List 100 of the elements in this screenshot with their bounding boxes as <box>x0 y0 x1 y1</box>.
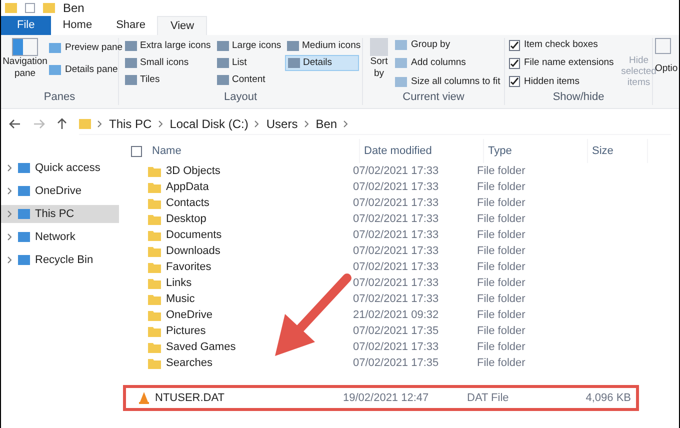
checkbox-icon[interactable] <box>25 3 35 13</box>
chevron-icon <box>7 187 13 195</box>
ribbon-tab[interactable]: Home <box>50 16 104 35</box>
layout-option[interactable]: Tiles <box>123 72 211 88</box>
sort-by-button[interactable]: Sort by <box>367 38 391 89</box>
file-name[interactable]: Saved Games <box>166 338 236 356</box>
chevron-icon <box>158 120 164 128</box>
date-cell-text: 07/02/2021 17:35 <box>353 356 440 371</box>
type-cell-text: File folder <box>477 260 526 275</box>
layout-option[interactable]: Details <box>285 55 359 71</box>
column-header[interactable]: Date modified <box>360 139 484 163</box>
file-name[interactable]: Documents <box>166 226 222 244</box>
date-cell-text: 07/02/2021 17:33 <box>353 228 440 243</box>
checkbox-label: Hidden items <box>524 74 580 88</box>
ribbon-tab[interactable]: View <box>157 16 208 35</box>
options-button[interactable]: Optio <box>655 54 678 76</box>
group-label: Layout <box>222 90 258 104</box>
file-name[interactable]: Downloads <box>166 242 220 260</box>
breadcrumb-item[interactable]: Local Disk (C:) <box>170 114 248 132</box>
file-name[interactable]: Desktop <box>166 210 206 228</box>
chevron-icon <box>97 120 103 128</box>
date-cell-text: 07/02/2021 17:33 <box>353 276 440 291</box>
type-cell-text: File folder <box>477 340 526 355</box>
navigation-pane-button[interactable]: Navigation pane <box>5 38 45 80</box>
file-name[interactable]: 3D Objects <box>166 162 220 180</box>
file-name[interactable]: AppData <box>166 178 209 196</box>
file-name[interactable]: Pictures <box>166 322 206 340</box>
chevron-icon <box>7 256 13 264</box>
column-header[interactable]: Type <box>484 139 588 163</box>
file-tab[interactable]: File <box>1 16 51 35</box>
checkbox[interactable] <box>509 58 520 69</box>
chevron-icon <box>254 120 260 128</box>
type-cell-text: File folder <box>477 356 526 371</box>
pane-button[interactable]: Preview pane <box>49 41 123 56</box>
up-arrow-icon[interactable] <box>57 118 67 130</box>
sidebar-item[interactable]: Recycle Bin <box>1 251 119 269</box>
group-label: Panes <box>42 90 76 104</box>
type-cell-text: File folder <box>477 292 526 307</box>
type-cell-text: File folder <box>477 276 526 291</box>
checkbox[interactable] <box>509 76 520 88</box>
breadcrumb-item[interactable]: This PC <box>109 114 152 132</box>
size-cell-text: 4,096 KB <box>584 390 631 406</box>
view-button[interactable]: Group by <box>395 38 500 52</box>
column-header[interactable]: Size <box>588 139 648 163</box>
date-cell-text: 07/02/2021 17:33 <box>353 180 440 195</box>
file-name[interactable]: NTUSER.DAT <box>155 390 224 406</box>
column-header[interactable]: Name <box>148 139 360 163</box>
type-cell-text: File folder <box>477 228 526 243</box>
file-name[interactable]: Searches <box>166 354 212 372</box>
chevron-icon <box>304 120 310 128</box>
sidebar-item[interactable]: This PC <box>1 205 119 223</box>
breadcrumb-item[interactable]: Users <box>266 114 298 132</box>
type-cell-text: File folder <box>477 180 526 195</box>
type-cell-text: File folder <box>477 324 526 339</box>
pane-button[interactable]: Details pane <box>49 63 123 78</box>
chevron-icon <box>7 210 13 218</box>
date-cell-text: 07/02/2021 17:33 <box>353 244 440 259</box>
layout-option[interactable]: List <box>215 55 281 71</box>
file-name[interactable]: Links <box>166 274 192 292</box>
date-cell-text: 07/02/2021 17:33 <box>353 212 440 227</box>
window-title: Ben <box>63 0 84 17</box>
view-button[interactable]: Add columns <box>395 56 500 70</box>
layout-option[interactable]: Large icons <box>215 38 281 54</box>
date-cell-text: 07/02/2021 17:33 <box>353 196 440 211</box>
checkbox-label: File name extensions <box>524 56 614 70</box>
date-cell-text: 07/02/2021 17:33 <box>353 260 440 275</box>
chevron-icon <box>343 120 350 128</box>
file-name[interactable]: Favorites <box>166 258 212 276</box>
view-button[interactable]: Size all columns to fit <box>395 74 500 89</box>
type-cell-text: File folder <box>477 212 526 227</box>
chevron-icon <box>7 233 13 241</box>
date-cell-text: 07/02/2021 17:33 <box>353 340 440 355</box>
file-name[interactable]: Music <box>166 290 195 308</box>
select-all-checkbox[interactable] <box>131 146 142 156</box>
layout-option[interactable]: Small icons <box>123 55 211 71</box>
group-label: Show/hide <box>552 90 606 105</box>
type-cell-text: File folder <box>477 164 526 179</box>
checkbox[interactable] <box>509 40 520 51</box>
sidebar-item[interactable]: Network <box>1 228 119 246</box>
type-cell-text: DAT File <box>467 390 510 406</box>
file-name[interactable]: Contacts <box>166 194 210 212</box>
sidebar-item[interactable]: OneDrive <box>1 182 119 200</box>
layout-option[interactable]: Medium icons <box>285 38 359 54</box>
type-cell-text: File folder <box>477 308 526 323</box>
layout-option[interactable]: Content <box>215 72 281 88</box>
type-cell-text: File folder <box>477 196 526 211</box>
group-label: Current view <box>402 90 466 105</box>
type-cell-text: File folder <box>477 244 526 259</box>
back-arrow-icon[interactable] <box>9 119 21 129</box>
date-cell-text: 19/02/2021 12:47 <box>343 390 430 406</box>
sidebar-item[interactable]: Quick access <box>1 159 119 177</box>
date-cell-text: 07/02/2021 17:33 <box>353 292 440 307</box>
date-cell-text: 07/02/2021 17:35 <box>353 324 440 339</box>
breadcrumb-item[interactable]: Ben <box>316 114 338 132</box>
file-name[interactable]: OneDrive <box>166 306 212 324</box>
layout-option[interactable]: Extra large icons <box>123 38 211 54</box>
ribbon-tab[interactable]: Share <box>104 16 158 35</box>
checkbox-label: Item check boxes <box>524 38 598 52</box>
cone-icon <box>138 392 150 404</box>
chevron-icon <box>7 164 13 172</box>
